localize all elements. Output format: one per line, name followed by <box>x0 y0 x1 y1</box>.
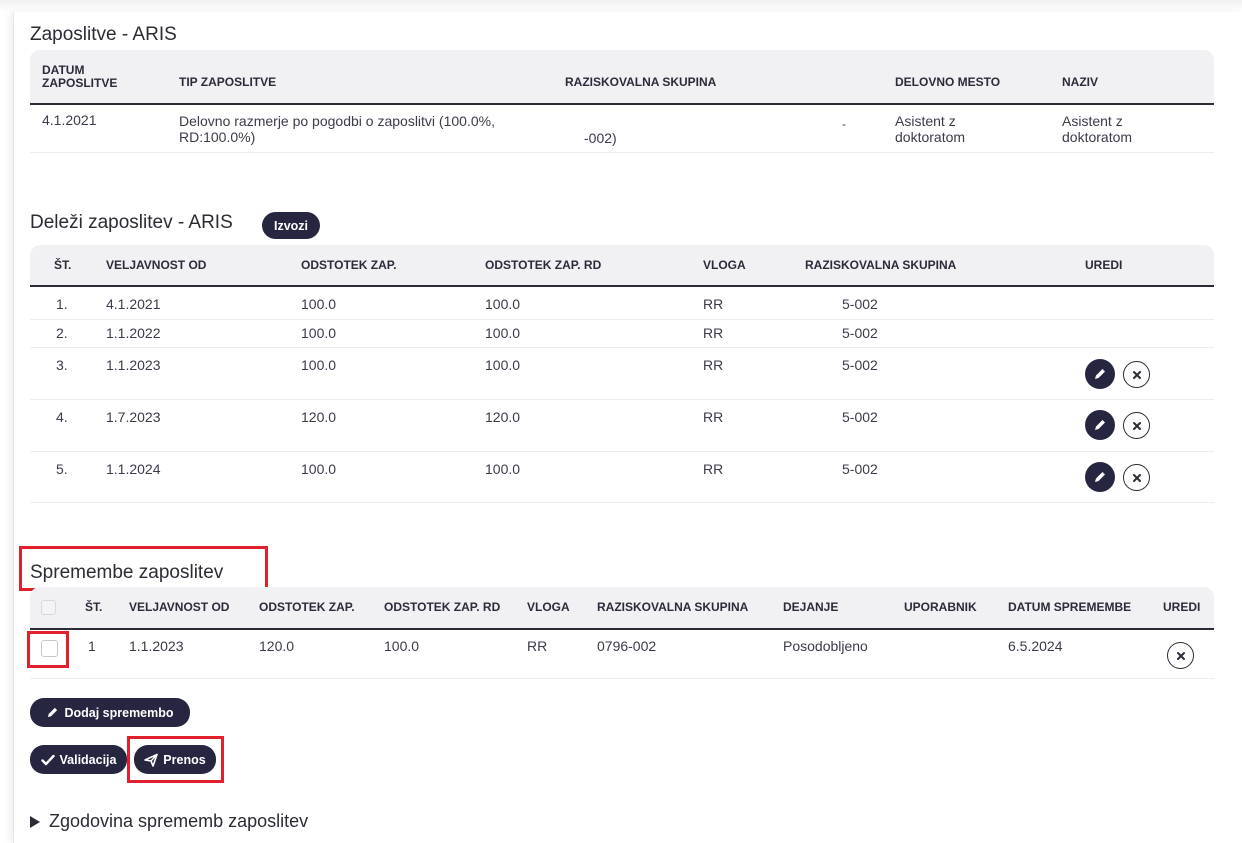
edit-button[interactable] <box>1085 410 1115 440</box>
row-st: 1. <box>56 296 68 312</box>
row-datum: 4.1.2021 <box>106 296 161 312</box>
validate-button[interactable]: Validacija <box>30 745 127 774</box>
pencil-icon <box>1095 369 1105 379</box>
row-rd: 100.0 <box>384 638 420 654</box>
row-rd: 100.0 <box>485 296 521 312</box>
row-rd: 100.0 <box>485 325 521 341</box>
edit-button[interactable] <box>1085 359 1115 389</box>
history-toggle[interactable]: Zgodovina sprememb zaposlitev <box>30 811 308 832</box>
row-vloga: RR <box>703 357 724 373</box>
row-datum: 1.1.2023 <box>106 357 161 373</box>
row-zap: 100.0 <box>301 325 337 341</box>
col-skupina: RAZISKOVALNA SKUPINA <box>565 75 717 89</box>
close-icon <box>1176 651 1185 660</box>
col-datum-spremembe: DATUM SPREMEMBE <box>1008 600 1132 614</box>
col-vloga: VLOGA <box>703 258 746 272</box>
row-vloga: RR <box>703 461 724 477</box>
highlight-checkbox <box>27 631 69 668</box>
cell-naziv: Asistent z doktoratom <box>1062 113 1133 145</box>
add-change-button[interactable]: Dodaj spremembo <box>30 698 190 727</box>
row-rd: 100.0 <box>485 461 521 477</box>
delete-button[interactable] <box>1123 361 1150 388</box>
highlight-title <box>19 546 268 591</box>
delete-button[interactable] <box>1167 642 1194 669</box>
row-zap: 120.0 <box>301 409 337 425</box>
col-odstotek: ODSTOTEK ZAP. <box>301 258 397 272</box>
row-zap: 100.0 <box>301 461 337 477</box>
cell-skupina: -002) <box>584 130 617 146</box>
col-veljavnost: VELJAVNOST OD <box>129 600 230 614</box>
section-title-delezi: Deleži zaposlitev - ARIS <box>30 212 233 233</box>
pencil-icon <box>48 707 58 718</box>
row-datum: 1.7.2023 <box>106 409 161 425</box>
highlight-transfer <box>127 736 224 783</box>
row-st: 3. <box>56 357 68 373</box>
row-st: 2. <box>56 325 68 341</box>
row-st: 5. <box>56 461 68 477</box>
close-icon <box>1132 421 1141 430</box>
row-zap: 100.0 <box>301 357 337 373</box>
row-skupina: 5-002 <box>842 325 878 341</box>
row-zap: 100.0 <box>301 296 337 312</box>
row-vloga: RR <box>703 296 724 312</box>
shares-table-header <box>30 245 1214 287</box>
pencil-icon <box>1095 420 1105 430</box>
col-skupina: RAZISKOVALNA SKUPINA <box>597 600 749 614</box>
section-title-zaposlitve: Zaposlitve - ARIS <box>30 24 177 45</box>
edit-button[interactable] <box>1085 462 1115 492</box>
row-st: 1 <box>88 638 96 654</box>
delete-button[interactable] <box>1123 412 1150 439</box>
col-mesto: DELOVNO MESTO <box>895 75 1001 89</box>
col-dejanje: DEJANJE <box>783 600 839 614</box>
row-rd: 120.0 <box>485 409 521 425</box>
row-skupina: 5-002 <box>842 296 878 312</box>
row-datum: 1.1.2022 <box>106 325 161 341</box>
col-skupina: RAZISKOVALNA SKUPINA <box>805 258 957 272</box>
col-uredi: UREDI <box>1163 600 1201 614</box>
row-dejanje: Posodobljeno <box>783 638 868 654</box>
select-all-checkbox[interactable] <box>41 600 56 615</box>
col-st: ŠT. <box>85 600 103 614</box>
col-uredi: UREDI <box>1085 258 1123 272</box>
row-skupina: 5-002 <box>842 409 878 425</box>
close-icon <box>1132 370 1141 379</box>
col-st: ŠT. <box>54 258 72 272</box>
row-datum-spremembe: 6.5.2024 <box>1008 638 1063 654</box>
row-vloga: RR <box>703 325 724 341</box>
col-uporabnik: UPORABNIK <box>904 600 977 614</box>
cell-mesto: Asistent z doktoratom <box>895 113 966 145</box>
col-naziv: NAZIV <box>1062 75 1098 89</box>
row-datum: 1.1.2024 <box>106 461 161 477</box>
row-skupina: 5-002 <box>842 461 878 477</box>
cell-datum: 4.1.2021 <box>42 112 97 128</box>
row-vloga: RR <box>703 409 724 425</box>
close-icon <box>1132 473 1141 482</box>
row-st: 4. <box>56 409 68 425</box>
row-datum: 1.1.2023 <box>129 638 184 654</box>
col-odstotek-rd: ODSTOTEK ZAP. RD <box>485 258 602 272</box>
delete-button[interactable] <box>1123 464 1150 491</box>
col-odstotek: ODSTOTEK ZAP. <box>259 600 355 614</box>
export-button[interactable]: Izvozi <box>262 212 320 239</box>
col-tip: TIP ZAPOSLITVE <box>179 75 277 89</box>
col-odstotek-rd: ODSTOTEK ZAP. RD <box>384 600 501 614</box>
check-icon <box>40 754 55 765</box>
col-datum: DATUM ZAPOSLITVE <box>42 63 118 90</box>
triangle-right-icon <box>30 815 40 828</box>
row-skupina: 5-002 <box>842 357 878 373</box>
col-veljavnost: VELJAVNOST OD <box>106 258 207 272</box>
row-skupina: 0796-002 <box>597 638 657 654</box>
row-vloga: RR <box>527 638 548 654</box>
col-vloga: VLOGA <box>527 600 570 614</box>
cell-dash: - <box>842 117 846 131</box>
row-rd: 100.0 <box>485 357 521 373</box>
row-zap: 120.0 <box>259 638 295 654</box>
cell-tip: Delovno razmerje po pogodbi o zaposlitvi… <box>179 113 495 145</box>
pencil-icon <box>1095 472 1105 482</box>
